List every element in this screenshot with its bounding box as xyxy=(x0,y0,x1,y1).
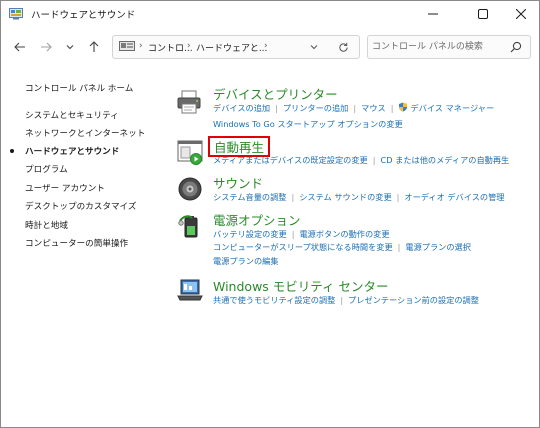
task-row: コンピューターがスリープ状態になる時間を変更 | 電源プランの選択 xyxy=(213,241,471,253)
refresh-button[interactable] xyxy=(336,40,350,54)
refresh-icon xyxy=(338,42,348,52)
divider: | xyxy=(396,192,400,202)
divider: | xyxy=(275,103,278,113)
task-windows-to-go[interactable]: Windows To Go スタートアップ オプションの変更 xyxy=(213,119,403,129)
sidebar-item-desktop-customization[interactable]: デスクトップのカスタマイズ xyxy=(25,200,136,212)
search-box[interactable] xyxy=(367,35,531,59)
divider: | xyxy=(372,155,376,165)
chevron-down-icon xyxy=(310,45,318,50)
printer-icon xyxy=(177,90,201,114)
task-change-sleep-time[interactable]: コンピューターがスリープ状態になる時間を変更 xyxy=(213,242,393,252)
category-autoplay[interactable]: 自動再生 xyxy=(214,137,264,156)
task-row: システム音量の調整 | システム サウンドの変更 | オーディオ デバイスの管理 xyxy=(213,191,504,203)
power-options-icon xyxy=(178,215,198,238)
address-history-button[interactable] xyxy=(307,40,321,54)
divider: | xyxy=(390,103,394,113)
window-title: ハードウェアとサウンド xyxy=(31,10,136,21)
task-change-default-media-settings[interactable]: メディアまたはデバイスの既定設定の変更 xyxy=(213,155,368,165)
divider: | xyxy=(397,242,401,252)
task-row: 電源プランの編集 xyxy=(213,255,279,267)
task-adjust-system-volume[interactable]: システム音量の調整 xyxy=(213,192,286,202)
task-change-system-sounds[interactable]: システム サウンドの変更 xyxy=(299,192,391,202)
up-button[interactable] xyxy=(84,37,104,57)
sidebar-item-control-panel-home[interactable]: コントロール パネル ホーム xyxy=(25,82,133,94)
close-button[interactable] xyxy=(501,1,539,27)
speaker-icon xyxy=(178,177,202,201)
autoplay-icon xyxy=(177,140,203,165)
sidebar-item-hardware-sound: ハードウェアとサウンド xyxy=(25,147,120,157)
task-row: バッテリ設定の変更 | 電源ボタンの動作の変更 xyxy=(213,228,390,240)
task-edit-power-plan[interactable]: 電源プランの編集 xyxy=(213,256,279,266)
category-windows-mobility-center[interactable]: Windows モビリティ センター xyxy=(213,276,389,295)
task-mouse[interactable]: マウス xyxy=(361,103,386,113)
divider: | xyxy=(291,229,295,239)
current-page-bullet xyxy=(10,149,14,153)
task-manage-audio-devices[interactable]: オーディオ デバイスの管理 xyxy=(404,192,504,202)
close-icon xyxy=(516,9,526,19)
task-row: Windows To Go スタートアップ オプションの変更 xyxy=(213,118,403,130)
search-input[interactable] xyxy=(372,39,502,55)
mobility-center-icon xyxy=(177,279,203,301)
breadcrumb-separator: › xyxy=(264,41,268,51)
task-change-battery-settings[interactable]: バッテリ設定の変更 xyxy=(213,229,287,239)
category-power-options[interactable]: 電源オプション xyxy=(213,210,301,229)
task-row: 共通で使うモビリティ設定の調整 | プレゼンテーション前の設定の調整 xyxy=(213,294,479,306)
breadcrumb-separator: › xyxy=(139,41,143,51)
category-devices-printers[interactable]: デバイスとプリンター xyxy=(213,84,338,103)
task-choose-power-plan[interactable]: 電源プランの選択 xyxy=(405,242,471,252)
divider: | xyxy=(291,192,295,202)
breadcrumb-hardware-sound[interactable]: ハードウェアと... xyxy=(196,41,267,54)
sidebar-item-ease-of-access[interactable]: コンピューターの簡単操作 xyxy=(25,237,128,249)
breadcrumb-control-panel[interactable]: コントロ... xyxy=(148,41,193,54)
sidebar-item-user-accounts[interactable]: ユーザー アカウント xyxy=(25,182,105,194)
chevron-down-icon xyxy=(66,45,74,50)
forward-button[interactable] xyxy=(36,37,56,57)
task-autoplay-cd-media[interactable]: CD または他のメディアの自動再生 xyxy=(381,155,510,165)
back-button[interactable] xyxy=(10,37,30,57)
control-panel-icon xyxy=(9,8,23,20)
divider: | xyxy=(340,295,344,305)
task-adjust-mobility-settings[interactable]: 共通で使うモビリティ設定の調整 xyxy=(213,295,335,305)
breadcrumb-separator: › xyxy=(187,41,191,51)
task-adjust-presentation-settings[interactable]: プレゼンテーション前の設定の調整 xyxy=(348,295,479,305)
minimize-icon xyxy=(428,13,438,15)
task-row: デバイスの追加 | プリンターの追加 | マウス | デバイス マネージャー xyxy=(213,102,494,114)
uac-shield-icon xyxy=(399,102,408,112)
control-panel-window: ハードウェアとサウンド › コントロ... › ハードウェアと... › コント… xyxy=(0,0,540,428)
category-sound[interactable]: サウンド xyxy=(213,173,263,192)
search-icon xyxy=(510,41,522,53)
navigation-bar: › コントロ... › ハードウェアと... › xyxy=(1,31,539,65)
maximize-button[interactable] xyxy=(463,1,503,27)
arrow-left-icon xyxy=(14,42,25,52)
sidebar-item-programs[interactable]: プログラム xyxy=(25,163,68,175)
sidebar-item-system-security[interactable]: システムとセキュリティ xyxy=(25,109,119,121)
task-device-manager[interactable]: デバイス マネージャー xyxy=(410,103,494,113)
sidebar-item-clock-region[interactable]: 時計と地域 xyxy=(25,219,68,231)
title-bar: ハードウェアとサウンド xyxy=(1,1,539,27)
address-bar[interactable]: › コントロ... › ハードウェアと... › xyxy=(112,35,360,59)
arrow-up-icon xyxy=(89,41,99,52)
sidebar-item-network-internet[interactable]: ネットワークとインターネット xyxy=(25,127,145,139)
control-panel-icon xyxy=(119,41,135,51)
task-add-device[interactable]: デバイスの追加 xyxy=(213,103,270,113)
minimize-button[interactable] xyxy=(413,1,453,27)
divider: | xyxy=(353,103,357,113)
maximize-icon xyxy=(478,9,488,19)
recent-locations-button[interactable] xyxy=(60,37,80,57)
task-add-printer[interactable]: プリンターの追加 xyxy=(283,103,349,113)
task-change-power-button-action[interactable]: 電源ボタンの動作の変更 xyxy=(299,229,389,239)
arrow-right-icon xyxy=(41,42,52,52)
